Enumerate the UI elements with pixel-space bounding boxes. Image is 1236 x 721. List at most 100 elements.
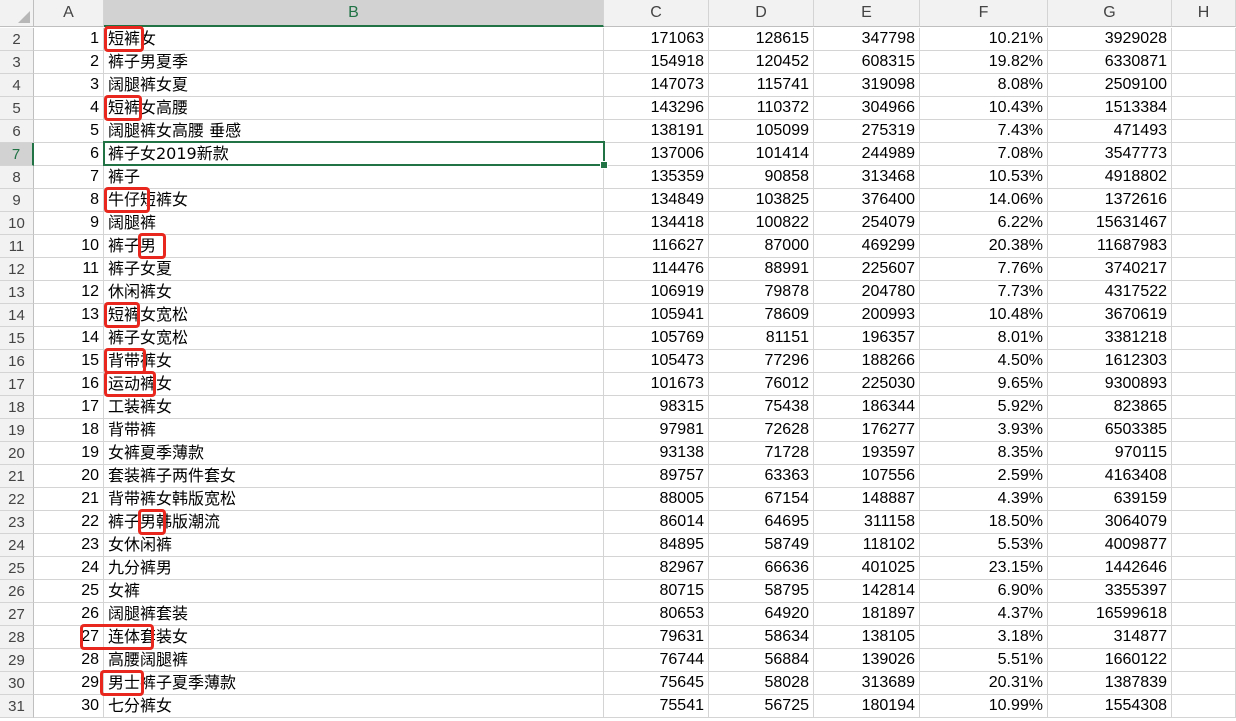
cell-d[interactable]: 101414 bbox=[709, 143, 814, 166]
row-header[interactable]: 3 bbox=[0, 51, 34, 74]
row-header[interactable]: 15 bbox=[0, 327, 34, 350]
cell-f[interactable]: 8.01% bbox=[920, 327, 1048, 350]
cell-b[interactable]: 背带裤女韩版宽松 bbox=[104, 488, 604, 511]
cell-g[interactable]: 1372616 bbox=[1048, 189, 1172, 212]
cell-c[interactable]: 88005 bbox=[604, 488, 709, 511]
cell-b[interactable]: 背带裤女 bbox=[104, 350, 604, 373]
row-header[interactable]: 11 bbox=[0, 235, 34, 258]
cell-e[interactable]: 469299 bbox=[814, 235, 920, 258]
row-header[interactable]: 5 bbox=[0, 97, 34, 120]
cell-b[interactable]: 裤子女2019新款 bbox=[104, 143, 604, 166]
cell-d[interactable]: 58028 bbox=[709, 672, 814, 695]
cell-f[interactable]: 3.93% bbox=[920, 419, 1048, 442]
cell-e[interactable]: 193597 bbox=[814, 442, 920, 465]
row-header[interactable]: 25 bbox=[0, 557, 34, 580]
cell-f[interactable]: 7.73% bbox=[920, 281, 1048, 304]
cell-f[interactable]: 14.06% bbox=[920, 189, 1048, 212]
cell-h[interactable] bbox=[1172, 488, 1236, 511]
cell-e[interactable]: 139026 bbox=[814, 649, 920, 672]
cell-c[interactable]: 116627 bbox=[604, 235, 709, 258]
cell-e[interactable]: 176277 bbox=[814, 419, 920, 442]
cell-c[interactable]: 114476 bbox=[604, 258, 709, 281]
cell-g[interactable]: 4317522 bbox=[1048, 281, 1172, 304]
cell-f[interactable]: 6.22% bbox=[920, 212, 1048, 235]
column-header-c[interactable]: C bbox=[604, 0, 709, 27]
cell-d[interactable]: 75438 bbox=[709, 396, 814, 419]
cell-b[interactable]: 背带裤 bbox=[104, 419, 604, 442]
cell-f[interactable]: 3.18% bbox=[920, 626, 1048, 649]
cell-h[interactable] bbox=[1172, 465, 1236, 488]
cell-b[interactable]: 运动裤女 bbox=[104, 373, 604, 396]
cell-c[interactable]: 75645 bbox=[604, 672, 709, 695]
cell-a[interactable]: 20 bbox=[34, 465, 104, 488]
cell-e[interactable]: 313468 bbox=[814, 166, 920, 189]
cell-g[interactable]: 15631467 bbox=[1048, 212, 1172, 235]
cell-d[interactable]: 58634 bbox=[709, 626, 814, 649]
cell-e[interactable]: 608315 bbox=[814, 51, 920, 74]
cell-h[interactable] bbox=[1172, 143, 1236, 166]
cell-g[interactable]: 4163408 bbox=[1048, 465, 1172, 488]
cell-h[interactable] bbox=[1172, 304, 1236, 327]
cell-f[interactable]: 8.08% bbox=[920, 74, 1048, 97]
cell-b[interactable]: 短裤女宽松 bbox=[104, 304, 604, 327]
cell-h[interactable] bbox=[1172, 419, 1236, 442]
cell-a[interactable]: 21 bbox=[34, 488, 104, 511]
cell-f[interactable]: 10.43% bbox=[920, 97, 1048, 120]
cell-f[interactable]: 7.43% bbox=[920, 120, 1048, 143]
cell-h[interactable] bbox=[1172, 97, 1236, 120]
cell-g[interactable]: 823865 bbox=[1048, 396, 1172, 419]
cell-c[interactable]: 137006 bbox=[604, 143, 709, 166]
cell-a[interactable]: 19 bbox=[34, 442, 104, 465]
row-header[interactable]: 8 bbox=[0, 166, 34, 189]
cell-d[interactable]: 56884 bbox=[709, 649, 814, 672]
cell-f[interactable]: 20.38% bbox=[920, 235, 1048, 258]
cell-a[interactable]: 8 bbox=[34, 189, 104, 212]
cell-c[interactable]: 105769 bbox=[604, 327, 709, 350]
cell-c[interactable]: 105473 bbox=[604, 350, 709, 373]
cell-a[interactable]: 30 bbox=[34, 695, 104, 718]
cell-c[interactable]: 135359 bbox=[604, 166, 709, 189]
cell-g[interactable]: 639159 bbox=[1048, 488, 1172, 511]
row-header[interactable]: 20 bbox=[0, 442, 34, 465]
cell-e[interactable]: 200993 bbox=[814, 304, 920, 327]
cell-d[interactable]: 81151 bbox=[709, 327, 814, 350]
row-header[interactable]: 19 bbox=[0, 419, 34, 442]
cell-e[interactable]: 148887 bbox=[814, 488, 920, 511]
cell-a[interactable]: 13 bbox=[34, 304, 104, 327]
cell-a[interactable]: 24 bbox=[34, 557, 104, 580]
cell-f[interactable]: 20.31% bbox=[920, 672, 1048, 695]
cell-d[interactable]: 87000 bbox=[709, 235, 814, 258]
cell-a[interactable]: 10 bbox=[34, 235, 104, 258]
row-header[interactable]: 13 bbox=[0, 281, 34, 304]
cell-d[interactable]: 66636 bbox=[709, 557, 814, 580]
cell-d[interactable]: 63363 bbox=[709, 465, 814, 488]
cell-g[interactable]: 6503385 bbox=[1048, 419, 1172, 442]
cell-h[interactable] bbox=[1172, 258, 1236, 281]
cell-a[interactable]: 22 bbox=[34, 511, 104, 534]
cell-h[interactable] bbox=[1172, 327, 1236, 350]
cell-c[interactable]: 101673 bbox=[604, 373, 709, 396]
row-header[interactable]: 31 bbox=[0, 695, 34, 718]
cell-c[interactable]: 86014 bbox=[604, 511, 709, 534]
cell-h[interactable] bbox=[1172, 212, 1236, 235]
cell-e[interactable]: 311158 bbox=[814, 511, 920, 534]
cell-a[interactable]: 18 bbox=[34, 419, 104, 442]
cell-g[interactable]: 1442646 bbox=[1048, 557, 1172, 580]
row-header[interactable]: 22 bbox=[0, 488, 34, 511]
cell-g[interactable]: 11687983 bbox=[1048, 235, 1172, 258]
cell-h[interactable] bbox=[1172, 74, 1236, 97]
cell-a[interactable]: 27 bbox=[34, 626, 104, 649]
cell-e[interactable]: 244989 bbox=[814, 143, 920, 166]
column-header-f[interactable]: F bbox=[920, 0, 1048, 27]
cell-f[interactable]: 4.50% bbox=[920, 350, 1048, 373]
cell-g[interactable]: 1660122 bbox=[1048, 649, 1172, 672]
column-header-b[interactable]: B bbox=[104, 0, 604, 27]
cell-g[interactable]: 3064079 bbox=[1048, 511, 1172, 534]
cell-d[interactable]: 64695 bbox=[709, 511, 814, 534]
cell-c[interactable]: 97981 bbox=[604, 419, 709, 442]
cell-a[interactable]: 7 bbox=[34, 166, 104, 189]
cell-h[interactable] bbox=[1172, 350, 1236, 373]
cell-f[interactable]: 7.76% bbox=[920, 258, 1048, 281]
cell-a[interactable]: 25 bbox=[34, 580, 104, 603]
cell-d[interactable]: 67154 bbox=[709, 488, 814, 511]
